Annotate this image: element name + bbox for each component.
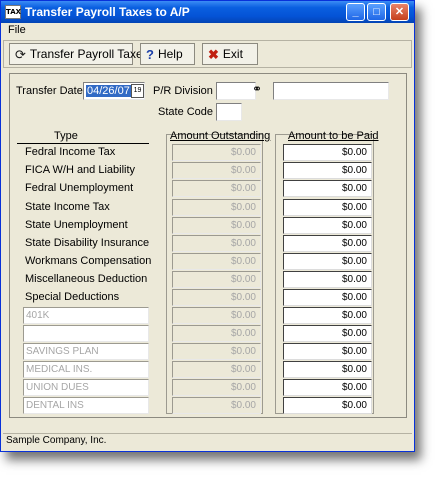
transfer-date-label: Transfer Date : [16,85,89,97]
help-button[interactable]: ? Help [140,43,195,65]
menu-file[interactable]: File [8,24,26,36]
amount-to-be-paid-field[interactable]: $0.00 [283,325,372,342]
amount-to-be-paid-field[interactable]: $0.00 [283,144,372,161]
amount-outstanding-cell: $0.00 [172,253,261,270]
amount-to-be-paid-field[interactable]: $0.00 [283,199,372,216]
minimize-icon: _ [352,6,359,18]
division-code-field[interactable] [216,82,256,100]
menu-bar: File [1,23,414,38]
amount-to-be-paid-field[interactable]: $0.00 [283,361,372,378]
division-label: P/R Division : [153,85,220,97]
x-icon: ✖ [208,46,219,62]
amount-outstanding-cell: $0.00 [172,289,261,306]
binoculars-icon[interactable]: ⚭ [252,82,262,96]
type-label: State Income Tax [25,201,110,213]
exit-button-label: Exit [222,47,243,61]
amount-outstanding-cell: $0.00 [172,307,261,324]
custom-deduction-name-field[interactable]: SAVINGS PLAN [23,343,149,360]
state-code-label: State Code : [158,106,220,118]
custom-deduction-name-field[interactable]: UNION DUES [23,379,149,396]
custom-deduction-name-field[interactable]: DENTAL INS [23,397,149,414]
division-name-field[interactable] [273,82,389,100]
maximize-icon: □ [373,6,380,18]
amount-to-be-paid-field[interactable]: $0.00 [283,180,372,197]
status-company: Sample Company, Inc. [6,435,107,446]
amount-to-be-paid-field[interactable]: $0.00 [283,271,372,288]
refresh-icon: ⟳ [15,46,26,62]
type-label: Fedral Income Tax [25,146,116,158]
amount-outstanding-cell: $0.00 [172,144,261,161]
type-label: Fedral Unemployment [25,182,134,194]
amount-to-be-paid-field[interactable]: $0.00 [283,162,372,179]
state-code-field[interactable] [216,103,242,121]
custom-deduction-name-field[interactable]: MEDICAL INS. [23,361,149,378]
amount-outstanding-cell: $0.00 [172,397,261,414]
amount-to-be-paid-field[interactable]: $0.00 [283,379,372,396]
transfer-form: Transfer Date : 04/26/07 19 P/R Division… [9,73,407,418]
custom-deduction-name-field[interactable] [23,325,149,342]
main-window: TAX Transfer Payroll Taxes to A/P _ □ ✕ … [0,0,415,452]
amount-outstanding-cell: $0.00 [172,343,261,360]
transfer-payroll-taxes-button[interactable]: ⟳ Transfer Payroll Taxes [9,43,149,65]
close-button[interactable]: ✕ [390,3,409,21]
amount-outstanding-cell: $0.00 [172,379,261,396]
help-button-label: Help [157,47,183,61]
type-header-underline [17,143,149,144]
type-label: FICA W/H and Liability [25,164,136,176]
status-bar: Sample Company, Inc. [3,433,412,449]
type-label: Special Deductions [25,291,120,303]
amount-to-be-paid-field[interactable]: $0.00 [283,397,372,414]
type-label: Miscellaneous Deduction [25,273,148,285]
amount-outstanding-cell: $0.00 [172,199,261,216]
window-title: Transfer Payroll Taxes to A/P [25,5,190,19]
amount-to-be-paid-field[interactable]: $0.00 [283,253,372,270]
type-label: State Unemployment [25,219,128,231]
app-icon: TAX [5,5,21,19]
toolbar: ⟳ Transfer Payroll Taxes ? Help ✖ Exit [3,40,412,68]
close-icon: ✕ [394,6,405,18]
transfer-button-label: Transfer Payroll Taxes [29,47,149,61]
transfer-date-value: 04/26/07 [86,85,131,97]
amount-to-be-paid-field[interactable]: $0.00 [283,217,372,234]
exit-button[interactable]: ✖ Exit [202,43,258,65]
minimize-button[interactable]: _ [346,3,365,21]
amount-to-be-paid-field[interactable]: $0.00 [283,343,372,360]
amount-outstanding-cell: $0.00 [172,180,261,197]
type-label: State Disability Insurance [25,237,150,249]
amount-outstanding-cell: $0.00 [172,235,261,252]
amount-outstanding-cell: $0.00 [172,361,261,378]
question-icon: ? [146,46,154,62]
type-label: Workmans Compensation [25,255,152,267]
amount-outstanding-cell: $0.00 [172,217,261,234]
calendar-icon[interactable]: 19 [131,84,144,98]
paid-column-header: Amount to be Paid [288,130,379,142]
amount-to-be-paid-field[interactable]: $0.00 [283,289,372,306]
amount-outstanding-cell: $0.00 [172,271,261,288]
amount-to-be-paid-field[interactable]: $0.00 [283,307,372,324]
amount-outstanding-cell: $0.00 [172,325,261,342]
outstanding-column-header: Amount Outstanding [170,130,271,142]
amount-to-be-paid-field[interactable]: $0.00 [283,235,372,252]
custom-deduction-name-field[interactable]: 401K [23,307,149,324]
amount-outstanding-cell: $0.00 [172,162,261,179]
title-bar[interactable]: TAX Transfer Payroll Taxes to A/P _ □ ✕ [1,1,414,23]
type-column-header: Type [54,130,78,142]
maximize-button[interactable]: □ [367,3,386,21]
